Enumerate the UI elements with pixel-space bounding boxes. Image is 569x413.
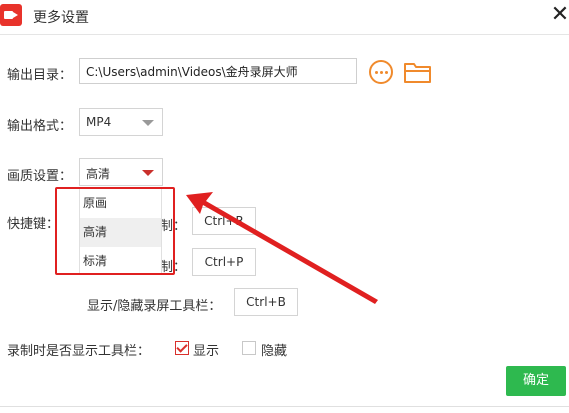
hide-toolbar-checkbox[interactable] (242, 341, 256, 355)
show-toolbar-label: 显示 (193, 344, 220, 359)
bottom-divider (0, 406, 569, 407)
show-toolbar-checkbox[interactable] (175, 341, 189, 355)
confirm-button[interactable]: 确定 (506, 366, 566, 396)
toolbar-visibility-label: 录制时是否显示工具栏： (7, 344, 151, 359)
hide-toolbar-label: 隐藏 (261, 344, 288, 359)
